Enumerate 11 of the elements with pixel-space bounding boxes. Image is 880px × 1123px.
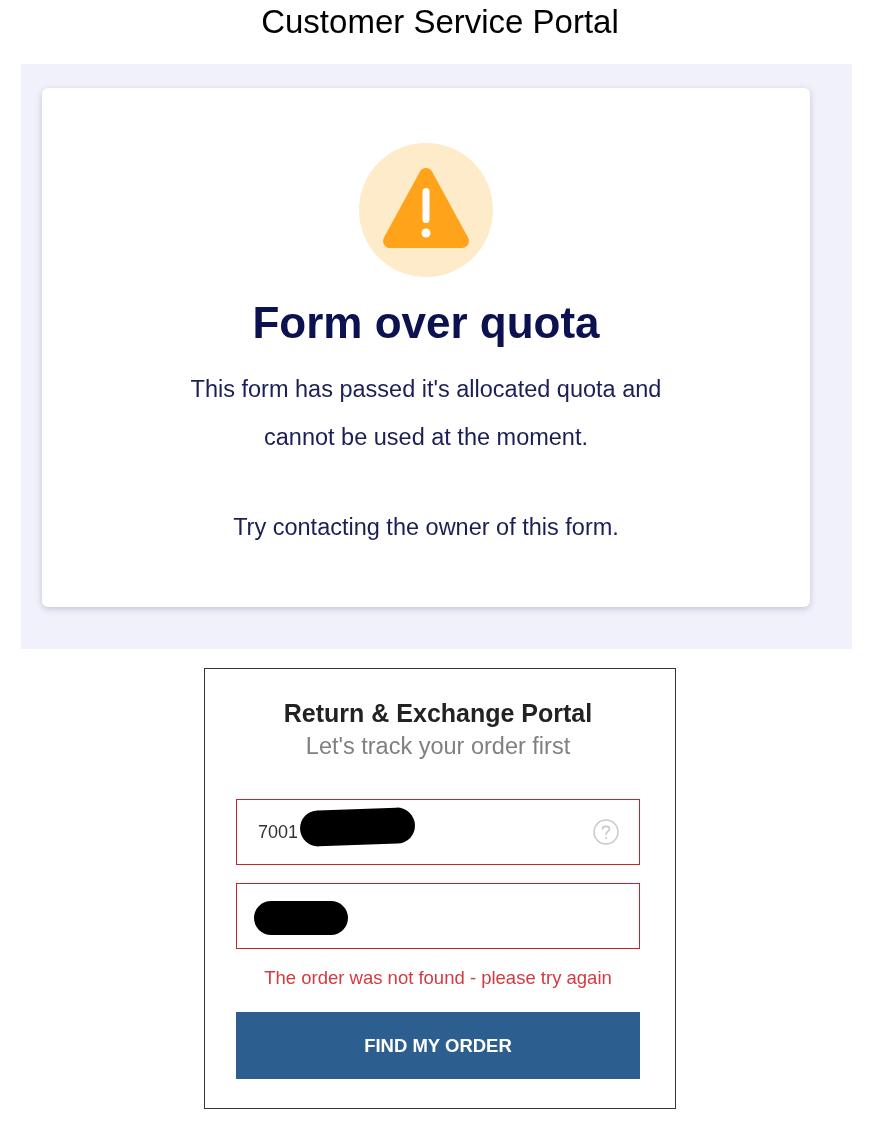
- warning-icon: [359, 143, 493, 277]
- portal-title: Return & Exchange Portal: [283, 698, 593, 729]
- page-title: Customer Service Portal: [261, 4, 619, 40]
- notice-text: Try contacting the owner of this form.: [233, 513, 619, 542]
- input-field[interactable]: 7001: [236, 799, 640, 865]
- input-field[interactable]: [236, 883, 640, 949]
- error-message: The order was not found - please try again: [264, 967, 612, 989]
- notice-heading: Form over quota: [252, 299, 600, 347]
- notice-text: This form has passed it's allocated quota and cannot be used at the moment.: [189, 375, 663, 452]
- find-order-button[interactable]: FIND MY ORDER: [236, 1012, 640, 1079]
- portal-subtitle: Let's track your order first: [305, 732, 571, 761]
